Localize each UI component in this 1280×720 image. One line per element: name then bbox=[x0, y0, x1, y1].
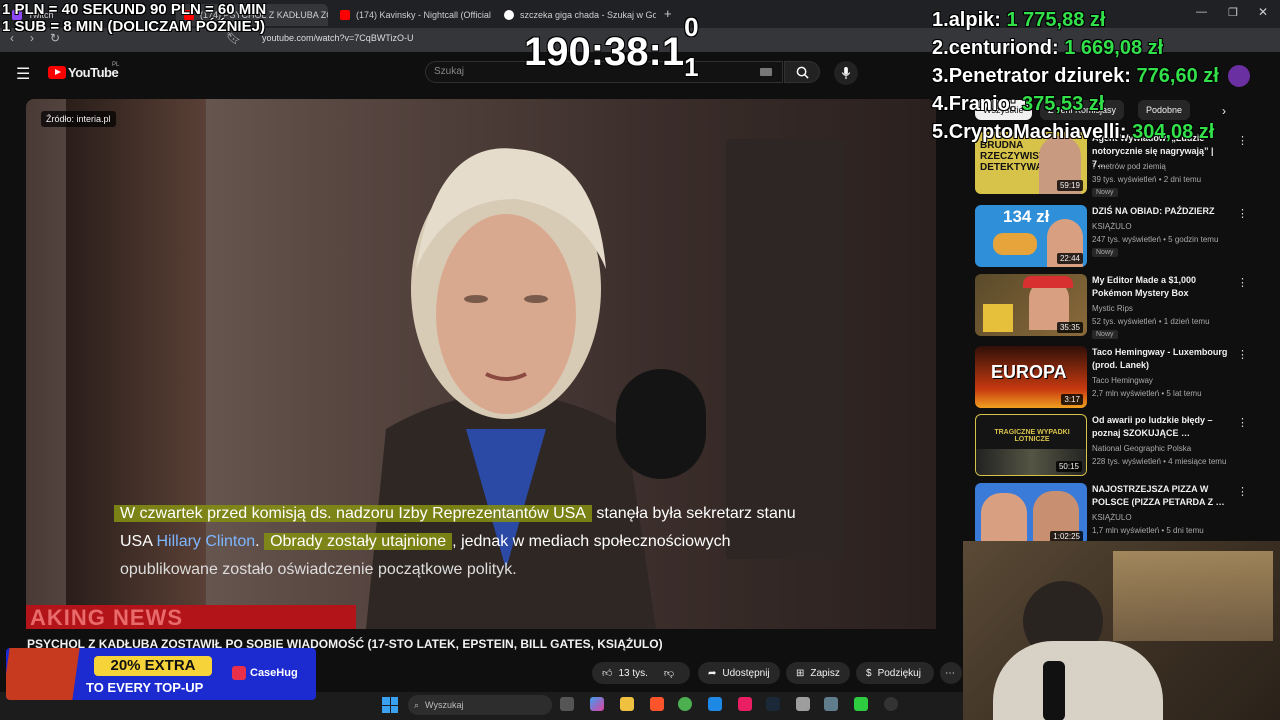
video-meta: 2,7 mln wyświetleń • 5 lat temu bbox=[1092, 389, 1202, 398]
search-icon bbox=[796, 66, 809, 79]
video-title[interactable]: My Editor Made a $1,000 Pokémon Mystery … bbox=[1092, 274, 1230, 300]
tab-google-search[interactable]: szczeka giga chada - Szukaj w Google bbox=[496, 4, 656, 26]
channel-name[interactable]: 7 metrów pod ziemią bbox=[1092, 162, 1166, 171]
more-options-icon[interactable]: ⋮ bbox=[1237, 348, 1248, 361]
treasure-chest-icon bbox=[6, 648, 80, 700]
breaking-news-banner: AKING NEWS bbox=[26, 605, 356, 629]
list-item[interactable]: TRAGICZNE WYPADKI LOTNICZE 50:15 Od awar… bbox=[975, 414, 1248, 476]
video-title[interactable]: NAJOSTRZEJSZA PIZZA W POLSCE (PIZZA PETA… bbox=[1092, 483, 1230, 509]
store-icon[interactable] bbox=[708, 697, 722, 711]
promo-banner: 20% EXTRA TO EVERY TOP-UP CaseHug bbox=[6, 648, 316, 700]
taskbar-search[interactable]: ⌕ Wyszukaj bbox=[408, 695, 552, 715]
video-meta: 52 tys. wyświetleń • 1 dzień temu bbox=[1092, 317, 1210, 326]
share-button[interactable]: ➦ Udostępnij bbox=[698, 662, 780, 684]
maximize-button[interactable]: ❐ bbox=[1228, 6, 1238, 19]
video-thumbnail[interactable]: 35:35 bbox=[975, 274, 1087, 336]
search-icon: ⌕ bbox=[414, 699, 420, 710]
url-field[interactable]: youtube.com/watch?v=7CqBWTizO-U bbox=[262, 33, 413, 43]
video-meta: 228 tys. wyświetleń • 4 miesiące temu bbox=[1092, 457, 1227, 466]
tab-kavinsky[interactable]: (174) Kavinsky - Nightcall (Official Au… bbox=[332, 4, 492, 26]
more-options-icon[interactable]: ⋮ bbox=[1237, 485, 1248, 498]
new-badge: Nowy bbox=[1092, 188, 1118, 197]
list-item[interactable]: EUROPA 3:17 Taco Hemingway - Luxembourg … bbox=[975, 346, 1248, 408]
list-item[interactable]: 35:35 My Editor Made a $1,000 Pokémon My… bbox=[975, 274, 1248, 339]
video-title[interactable]: Od awarii po ludzkie błędy – poznaj SZOK… bbox=[1092, 414, 1230, 440]
channel-name[interactable]: KSIĄŻULO bbox=[1092, 222, 1132, 231]
video-title[interactable]: DZIŚ NA OBIAD: PAŹDZIERZ bbox=[1092, 205, 1230, 218]
video-subtitles: W czwartek przed komisją ds. nadzoru Izb… bbox=[114, 500, 914, 584]
youtube-logo-icon[interactable] bbox=[48, 66, 66, 79]
more-options-icon[interactable]: ⋮ bbox=[1237, 134, 1248, 147]
close-window-button[interactable]: ✕ bbox=[1258, 5, 1268, 19]
minimize-button[interactable]: — bbox=[1196, 6, 1207, 18]
obs-icon[interactable] bbox=[884, 697, 898, 711]
region-code: PL bbox=[112, 62, 120, 68]
voice-search-button[interactable] bbox=[834, 61, 858, 85]
channel-name[interactable]: Taco Hemingway bbox=[1092, 376, 1153, 385]
more-options-icon[interactable]: ⋮ bbox=[1237, 416, 1248, 429]
google-icon bbox=[504, 10, 514, 20]
new-tab-button[interactable]: + bbox=[664, 6, 672, 21]
search-button[interactable] bbox=[784, 61, 820, 83]
channel-name[interactable]: KSIĄŻULO bbox=[1092, 513, 1132, 522]
leaderboard-entry: 2.centuriond: 1 669,08 zł bbox=[932, 37, 1164, 59]
windows-start-icon[interactable] bbox=[382, 697, 398, 713]
new-badge: Nowy bbox=[1092, 248, 1118, 257]
video-meta: 1,7 mln wyświetleń • 5 dni temu bbox=[1092, 526, 1204, 535]
more-options-icon[interactable]: ⋮ bbox=[1237, 207, 1248, 220]
channel-name[interactable]: National Geographic Polska bbox=[1092, 444, 1191, 453]
share-icon: ➦ bbox=[708, 667, 717, 679]
more-options-icon[interactable]: ⋮ bbox=[1237, 276, 1248, 289]
casehug-logo-icon bbox=[232, 666, 246, 680]
task-view-icon[interactable] bbox=[560, 697, 574, 711]
chip-similar[interactable]: Podobne bbox=[1138, 100, 1191, 120]
chevron-right-icon[interactable]: › bbox=[1222, 104, 1226, 118]
save-button[interactable]: ⊞ Zapisz bbox=[786, 662, 850, 684]
leaderboard-entry: 3.Penetrator dziurek: 776,60 zł bbox=[932, 65, 1219, 87]
channel-name[interactable]: Mystic Rips bbox=[1092, 304, 1133, 313]
new-badge: Nowy bbox=[1092, 330, 1118, 339]
save-icon: ⊞ bbox=[796, 667, 805, 679]
video-thumbnail[interactable]: EUROPA 3:17 bbox=[975, 346, 1087, 408]
subathon-timer: 190:38:1 0 1 bbox=[524, 12, 699, 82]
thanks-icon: $ bbox=[866, 667, 872, 679]
source-badge: Źródło: interia.pl bbox=[41, 111, 116, 127]
more-actions-button[interactable]: ⋯ bbox=[940, 662, 962, 684]
microphone-prop bbox=[616, 369, 706, 479]
youtube-logo[interactable]: YouTube bbox=[68, 65, 119, 80]
brave-icon[interactable] bbox=[650, 697, 664, 711]
video-meta: 39 tys. wyświetleń • 2 dni temu bbox=[1092, 175, 1202, 184]
video-thumbnail[interactable]: 1:02:25 bbox=[975, 483, 1087, 545]
list-item[interactable]: 1:02:25 NAJOSTRZEJSZA PIZZA W POLSCE (PI… bbox=[975, 483, 1248, 545]
list-item[interactable]: 134 zł 22:44 DZIŚ NA OBIAD: PAŹDZIERZ KS… bbox=[975, 205, 1248, 267]
menu-icon[interactable]: ☰ bbox=[16, 64, 30, 84]
chrome-icon[interactable] bbox=[678, 697, 692, 711]
steam-icon[interactable] bbox=[766, 697, 780, 711]
copilot-icon[interactable] bbox=[590, 697, 604, 711]
donation-rule-1: 1 PLN = 40 SEKUND 90 PLN = 60 MIN bbox=[2, 1, 267, 18]
keyboard-icon[interactable] bbox=[760, 68, 772, 76]
video-thumbnail[interactable]: 134 zł 22:44 bbox=[975, 205, 1087, 267]
leaderboard-entry: 1.alpik: 1 775,88 zł bbox=[932, 9, 1106, 31]
app-icon[interactable] bbox=[738, 697, 752, 711]
webcam-overlay bbox=[963, 541, 1280, 720]
leaderboard-entry: 5.CryptoMachiavelli: 304,08 zł bbox=[932, 121, 1215, 143]
calculator-icon[interactable] bbox=[824, 697, 838, 711]
app-icon[interactable] bbox=[854, 697, 868, 711]
video-title[interactable]: Taco Hemingway - Luxembourg (prod. Lanek… bbox=[1092, 346, 1230, 372]
file-explorer-icon[interactable] bbox=[620, 697, 634, 711]
donation-rule-2: 1 SUB = 8 MIN (DOLICZAM PÓŹNIEJ) bbox=[2, 18, 265, 35]
leaderboard-entry: 4.Franio: 375,53 zł bbox=[932, 93, 1105, 115]
microphone-icon bbox=[841, 66, 851, 79]
notepad-icon[interactable] bbox=[796, 697, 810, 711]
video-meta: 247 tys. wyświetleń • 5 godzin temu bbox=[1092, 235, 1219, 244]
youtube-favicon-icon bbox=[340, 10, 350, 20]
thumbs-up-icon: 👍︎ bbox=[602, 668, 613, 679]
thumbs-down-icon[interactable]: 👎︎ bbox=[664, 667, 674, 679]
thanks-button[interactable]: $ Podziękuj bbox=[856, 662, 934, 684]
avatar[interactable] bbox=[1228, 65, 1250, 87]
like-button[interactable]: 👍︎ 13 tys. 👎︎ bbox=[592, 662, 690, 684]
video-thumbnail[interactable]: TRAGICZNE WYPADKI LOTNICZE 50:15 bbox=[975, 414, 1087, 476]
